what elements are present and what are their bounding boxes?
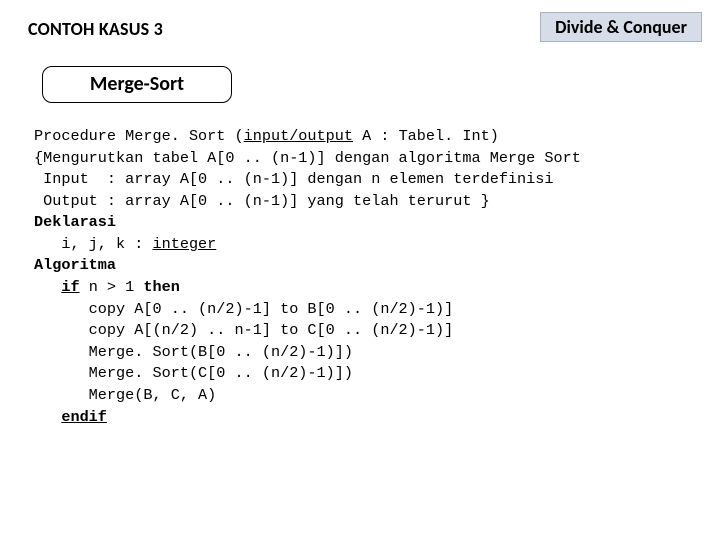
- code-line-10: copy A[(n/2) .. n-1] to C[0 .. (n/2)-1)]: [34, 321, 453, 339]
- code-line-4: Output : array A[0 .. (n-1)] yang telah …: [34, 192, 490, 210]
- topic-badge: Divide & Conquer: [540, 12, 702, 42]
- code-line-8c: n > 1: [80, 278, 144, 296]
- code-line-8b: if: [61, 278, 79, 296]
- pseudocode-block: Procedure Merge. Sort (input/output A : …: [34, 126, 692, 428]
- code-line-5: Deklarasi: [34, 213, 116, 231]
- code-line-2: {Mengurutkan tabel A[0 .. (n-1)] dengan …: [34, 149, 581, 167]
- code-line-11: Merge. Sort(B[0 .. (n/2)-1)]): [34, 343, 353, 361]
- code-line-6a: i, j, k :: [34, 235, 152, 253]
- code-line-3: Input : array A[0 .. (n-1)] dengan n ele…: [34, 170, 554, 188]
- code-line-1c: A : Tabel. Int): [353, 127, 499, 145]
- code-line-6b: integer: [152, 235, 216, 253]
- code-line-1a: Procedure Merge. Sort (: [34, 127, 244, 145]
- code-line-8a: [34, 278, 61, 296]
- page-title-left: CONTOH KASUS 3: [28, 18, 163, 40]
- slide: CONTOH KASUS 3 Divide & Conquer Merge-So…: [0, 0, 720, 540]
- code-line-9: copy A[0 .. (n/2)-1] to B[0 .. (n/2)-1)]: [34, 300, 453, 318]
- code-line-7: Algoritma: [34, 256, 116, 274]
- subtitle-badge: Merge-Sort: [42, 66, 232, 103]
- code-line-13: Merge(B, C, A): [34, 386, 216, 404]
- code-line-12: Merge. Sort(C[0 .. (n/2)-1)]): [34, 364, 353, 382]
- code-line-1b: input/output: [244, 127, 353, 145]
- code-line-14a: [34, 408, 61, 426]
- code-line-8d: then: [143, 278, 179, 296]
- code-line-14b: endif: [61, 408, 107, 426]
